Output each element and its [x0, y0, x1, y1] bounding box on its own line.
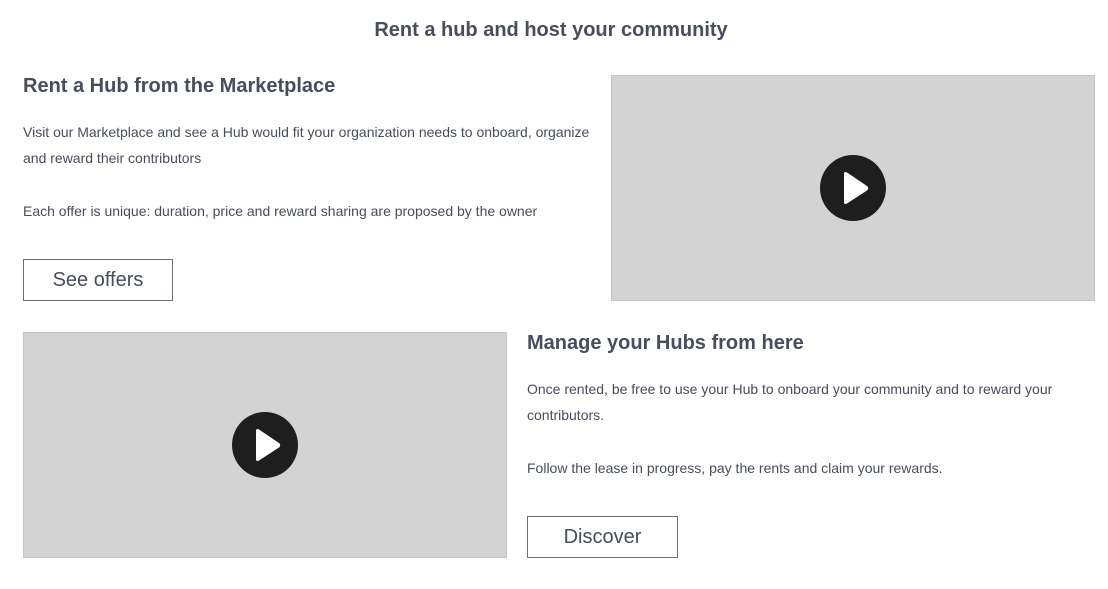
manage-video[interactable] [23, 332, 507, 558]
manage-lease-note: Follow the lease in progress, pay the re… [527, 460, 943, 476]
play-icon[interactable] [232, 412, 298, 478]
play-icon[interactable] [820, 155, 886, 221]
marketplace-description: Visit our Marketplace and see a Hub woul… [23, 124, 590, 166]
marketplace-heading: Rent a Hub from the Marketplace [23, 75, 336, 97]
manage-heading: Manage your Hubs from here [527, 332, 804, 354]
manage-description: Once rented, be free to use your Hub to … [527, 381, 1053, 423]
see-offers-button[interactable]: See offers [23, 259, 173, 301]
marketplace-offer-note: Each offer is unique: duration, price an… [23, 203, 538, 219]
page-title: Rent a hub and host your community [374, 19, 728, 41]
discover-button[interactable]: Discover [527, 516, 678, 558]
marketplace-video[interactable] [611, 75, 1095, 301]
